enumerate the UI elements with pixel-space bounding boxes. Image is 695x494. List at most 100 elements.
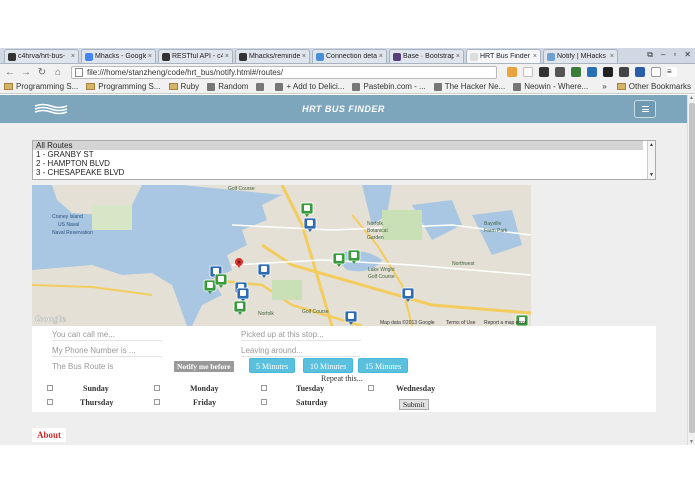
extension-icon[interactable] <box>603 67 613 77</box>
page-scrollbar[interactable]: ▲ ▼ <box>687 95 695 445</box>
bookmark-folder[interactable]: Programming S... <box>86 82 161 91</box>
phone-input[interactable]: My Phone Number is ... <box>52 345 162 357</box>
star-icon[interactable] <box>523 67 533 77</box>
tab-favicon-icon <box>239 52 247 61</box>
reload-button[interactable]: ↻ <box>35 65 49 79</box>
restore-icon[interactable]: ⧉ <box>647 50 653 60</box>
extension-icon[interactable] <box>539 67 549 77</box>
park-area <box>382 210 422 240</box>
tab-close-icon[interactable]: × <box>71 53 75 60</box>
extension-icon[interactable] <box>587 67 597 77</box>
fifteen-minutes-button[interactable]: 15 Minutes <box>358 358 409 373</box>
cast-icon[interactable] <box>651 67 661 77</box>
tab-close-icon[interactable]: × <box>610 53 614 60</box>
page-viewport: HRT BUS FINDER All Routes 1 - GRANBY ST 2 … <box>0 95 687 445</box>
bookmark-link[interactable]: Neowin - Where... <box>513 82 588 91</box>
map-attribution: Map data ©2013 Google <box>380 319 435 326</box>
browser-tab[interactable]: c4hrva/hrt-bus- × <box>4 49 79 63</box>
route-option[interactable]: All Routes <box>33 141 643 150</box>
tab-close-icon[interactable]: × <box>148 53 152 60</box>
monday-checkbox[interactable] <box>154 385 160 391</box>
bookmark-label: The Hacker Ne... <box>444 82 506 91</box>
bookmark-label: Programming S... <box>98 82 161 91</box>
scroll-down-icon[interactable]: ▼ <box>649 172 654 178</box>
ten-minutes-button[interactable]: 10 Minutes <box>303 358 354 373</box>
submit-button[interactable]: Submit <box>399 399 429 410</box>
extension-icon[interactable] <box>635 67 645 77</box>
tuesday-checkbox[interactable] <box>261 385 267 391</box>
browser-tab[interactable]: RESTful API - c4 × <box>158 49 233 63</box>
close-window-icon[interactable]: ✕ <box>684 50 691 60</box>
map-place-label: Garden <box>367 235 384 241</box>
bookmark-link[interactable] <box>256 82 267 91</box>
extension-icon[interactable] <box>619 67 629 77</box>
maximize-icon[interactable]: ▫ <box>673 50 676 60</box>
browser-tab[interactable]: HRT Bus Finder × <box>466 49 541 63</box>
tab-favicon-icon <box>316 52 324 61</box>
scroll-up-icon[interactable]: ▲ <box>689 95 694 101</box>
map-place-label: Golf Course <box>302 309 329 315</box>
bookmark-label: Neowin - Where... <box>524 82 589 91</box>
tab-label: c4hrva/hrt-bus- <box>18 53 66 60</box>
browser-tab[interactable]: Mhacks/reminde × <box>235 49 310 63</box>
map-canvas[interactable]: Craney Island US Naval Naval Reservation Go… <box>32 185 531 326</box>
bookmarks-overflow-icon[interactable]: » <box>602 82 606 91</box>
extension-icon[interactable] <box>571 67 581 77</box>
friday-checkbox[interactable] <box>154 399 160 405</box>
bookmark-folder[interactable]: Ruby <box>168 82 199 91</box>
about-link[interactable]: About <box>32 428 67 442</box>
five-minutes-button[interactable]: 5 Minutes <box>249 358 296 373</box>
park-area <box>92 205 132 230</box>
bookmark-link[interactable]: The Hacker Ne... <box>433 82 506 91</box>
route-option[interactable]: 2 - HAMPTON BLVD <box>33 159 643 168</box>
tab-close-icon[interactable]: × <box>533 53 537 60</box>
leaving-time-input[interactable]: Leaving around... <box>241 345 361 357</box>
select-scrollbar[interactable]: ▲ ▼ <box>647 141 655 179</box>
scroll-up-icon[interactable]: ▲ <box>649 142 654 148</box>
map-place-label: Norfolk <box>258 311 274 317</box>
route-select[interactable]: All Routes 1 - GRANBY ST 2 - HAMPTON BLVD 3… <box>32 140 656 180</box>
bookmark-folder[interactable]: Programming S... <box>4 82 78 91</box>
day-label-monday: Monday <box>190 384 219 393</box>
bookmark-favicon-icon <box>352 82 361 91</box>
day-label-thursday: Thursday <box>80 398 114 407</box>
bookmark-link[interactable]: Pastebin.com - ... <box>352 82 426 91</box>
minimize-icon[interactable]: – <box>661 50 665 60</box>
saturday-checkbox[interactable] <box>261 399 267 405</box>
thursday-checkbox[interactable] <box>47 399 53 405</box>
browser-tab[interactable]: Base · Bootstrap × <box>389 49 464 63</box>
window-bottom <box>0 445 695 494</box>
tab-close-icon[interactable]: × <box>456 53 460 60</box>
browser-tab[interactable]: Mhacks - Google × <box>81 49 156 63</box>
tab-close-icon[interactable]: × <box>379 53 383 60</box>
route-input[interactable]: The Bus Route is <box>52 361 152 373</box>
tab-close-icon[interactable]: × <box>302 53 306 60</box>
brand-title[interactable]: HRT BUS FINDER <box>0 104 687 114</box>
extension-icon[interactable] <box>507 67 517 77</box>
bookmark-link[interactable]: Random <box>207 82 248 91</box>
sunday-checkbox[interactable] <box>47 385 53 391</box>
route-option[interactable]: 1 - GRANBY ST <box>33 150 643 159</box>
navbar-toggle-button[interactable] <box>634 100 656 118</box>
other-bookmarks[interactable]: » Other Bookmarks <box>602 82 691 91</box>
browser-tab[interactable]: Connection deta × <box>312 49 387 63</box>
wednesday-checkbox[interactable] <box>368 385 374 391</box>
menu-icon[interactable]: ≡ <box>667 67 677 77</box>
browser-tab[interactable]: Notify | MHacks × <box>543 49 618 63</box>
name-input[interactable]: You can call me... <box>52 329 162 341</box>
bookmark-link[interactable]: + Add to Delici... <box>275 82 344 91</box>
list-icon <box>641 106 649 112</box>
app-navbar: HRT BUS FINDER <box>0 95 687 123</box>
home-button[interactable]: ⌂ <box>51 65 65 79</box>
scrollbar-thumb[interactable] <box>689 103 695 433</box>
route-option[interactable]: 3 - CHESAPEAKE BLVD <box>33 168 643 177</box>
tab-close-icon[interactable]: × <box>225 53 229 60</box>
extension-icon[interactable] <box>555 67 565 77</box>
forward-button[interactable]: → <box>19 65 33 79</box>
address-bar[interactable]: file:///home/stanzheng/code/hrt_bus/noti… <box>71 65 497 79</box>
bus-map[interactable]: Craney Island US Naval Naval Reservation Go… <box>32 185 531 326</box>
tab-favicon-icon <box>85 52 93 61</box>
tab-label: Base · Bootstrap <box>403 53 454 60</box>
back-button[interactable]: ← <box>3 65 17 79</box>
pickup-stop-input[interactable]: Picked up at this stop... <box>241 329 361 341</box>
